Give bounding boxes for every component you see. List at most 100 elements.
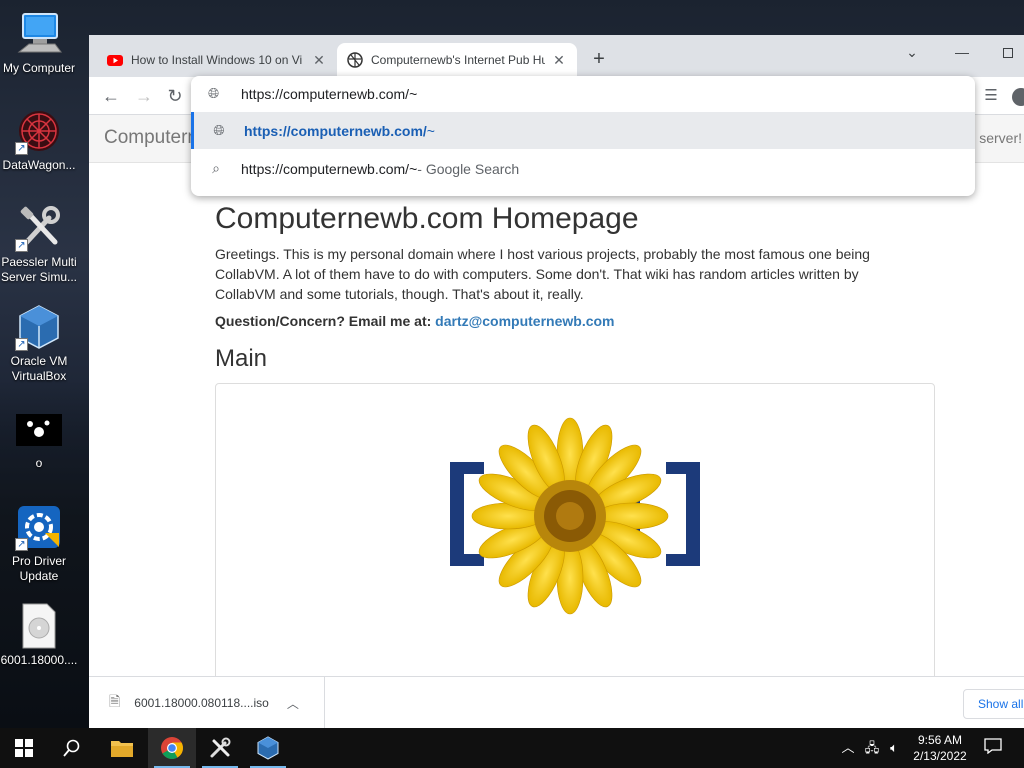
notification-icon[interactable] <box>982 738 1004 758</box>
omnibox-dropdown: 🌐︎ 🌐︎ https://computernewb.com/~ ⌕ https… <box>191 76 975 196</box>
download-item[interactable]: 🗎︎ 6001.18000.080118....iso ︿ <box>89 677 325 729</box>
windows-logo-icon <box>15 739 33 757</box>
network-icon[interactable]: 🖧︎ <box>862 738 882 758</box>
download-filename: 6001.18000.080118....iso <box>134 696 269 710</box>
globe-icon: 🌐︎ <box>213 122 225 138</box>
chevron-down-icon: ⌄ <box>906 44 918 60</box>
virtualbox-icon <box>257 736 279 760</box>
chevron-up-icon[interactable]: ︿ <box>287 695 299 712</box>
o-file-icon <box>15 412 63 448</box>
shortcut-arrow-icon: ↗ <box>15 239 28 252</box>
datawagon-icon: ↗ <box>15 107 63 155</box>
driver-update-icon: ↗ <box>15 503 63 551</box>
main-panel <box>215 383 935 683</box>
suggestion-rest: ~ <box>426 122 435 139</box>
intro-paragraph: Greetings. This is my personal domain wh… <box>215 246 870 302</box>
taskbar-virtualbox[interactable] <box>244 728 292 768</box>
shortcut-arrow-icon: ↗ <box>15 538 28 551</box>
taskbar: ︿ 🖧︎ 🔈︎ 9:56 AM 2/13/2022 <box>0 728 1024 768</box>
suggestion-text: https://computernewb.com/~ <box>244 123 435 139</box>
minimize-button[interactable]: — <box>939 39 985 65</box>
taskbar-chrome[interactable] <box>148 728 196 768</box>
new-tab-button[interactable]: + <box>587 47 611 71</box>
taskbar-paessler[interactable] <box>196 728 244 768</box>
desktop-icon-label: o <box>35 456 43 470</box>
clock-date: 2/13/2022 <box>913 749 967 763</box>
virtualbox-icon: ↗ <box>15 303 63 351</box>
address-bar-input[interactable] <box>241 84 841 104</box>
close-icon[interactable]: ✕ <box>551 52 567 69</box>
arrow-left-icon: ← <box>102 86 120 106</box>
close-icon[interactable]: ✕ <box>311 52 327 69</box>
desktop-icon-pro-driver-update[interactable]: ↗ Pro Driver Update <box>0 503 78 584</box>
volume-icon[interactable]: 🔈︎ <box>884 738 904 758</box>
clock-time: 9:56 AM <box>917 733 963 747</box>
taskbar-clock[interactable]: 9:56 AM 2/13/2022 <box>904 732 976 764</box>
forward-button[interactable]: → <box>132 84 156 108</box>
minimize-icon: — <box>955 44 969 60</box>
computer-icon <box>15 10 63 58</box>
sunflower-logo-image <box>450 417 700 615</box>
search-icon: ⌕ <box>212 160 220 176</box>
desktop-icon-virtualbox[interactable]: ↗ Oracle VM VirtualBox <box>0 303 78 384</box>
page-content: Computernewb.com Homepage Greetings. Thi… <box>215 163 935 683</box>
shortcut-arrow-icon: ↗ <box>15 338 28 351</box>
globe-icon: 🌐︎ <box>208 85 220 101</box>
search-icon <box>63 739 80 757</box>
desktop-icon-iso[interactable]: 6001.18000.... <box>0 602 78 668</box>
maximize-button[interactable] <box>985 39 1024 65</box>
reload-button[interactable]: ↻ <box>163 84 187 108</box>
taskbar-file-explorer[interactable] <box>98 728 146 768</box>
omnibox-suggestion-search[interactable]: ⌕ https://computernewb.com/~ - Google Se… <box>191 150 975 187</box>
show-all-downloads-button[interactable]: Show all <box>963 689 1024 719</box>
desktop-icon-label: Paessler Multi Server Simu... <box>0 255 78 284</box>
desktop-icon-label: Oracle VM VirtualBox <box>10 354 68 383</box>
navbar-server-text[interactable]: server! <box>979 130 1022 146</box>
tools-icon <box>210 737 231 758</box>
desktop-icon-paessler[interactable]: ↗ Paessler Multi Server Simu... <box>0 204 78 285</box>
tray-chevron-up-icon[interactable]: ︿ <box>838 738 858 758</box>
desktop-icon-label: Pro Driver Update <box>11 554 66 583</box>
tab-computernewb[interactable]: Computernewb's Internet Pub Hu ✕ <box>337 43 577 77</box>
desktop-icon-o[interactable]: o <box>0 412 78 471</box>
suggestion-bold: https://computernewb.com/ <box>244 122 427 139</box>
main-heading: Main <box>215 345 268 372</box>
iso-disc-icon <box>15 602 63 650</box>
tab-title: Computernewb's Internet Pub Hu <box>371 53 545 67</box>
back-button[interactable]: ← <box>99 84 123 108</box>
computernewb-favicon <box>347 52 363 68</box>
desktop-icon-label: My Computer <box>2 61 76 75</box>
arrow-right-icon: → <box>135 86 153 106</box>
contact-label: Question/Concern? Email me at: <box>215 313 436 329</box>
desktop-icon-label: 6001.18000.... <box>0 653 78 667</box>
page-title: Computernewb.com Homepage <box>215 202 639 235</box>
reading-list-icon: ☰ <box>984 87 998 104</box>
desktop-icon-my-computer[interactable]: My Computer <box>0 10 78 76</box>
tab-youtube[interactable]: How to Install Windows 10 on Vi ✕ <box>97 43 337 77</box>
reload-icon: ↻ <box>167 86 183 106</box>
desktop-icon-label: DataWagon... <box>2 158 76 172</box>
desktop-icon-datawagon[interactable]: ↗ DataWagon... <box>0 107 78 173</box>
shortcut-arrow-icon: ↗ <box>15 142 28 155</box>
chrome-icon <box>161 737 183 759</box>
avatar <box>1012 88 1024 107</box>
contact-line: Question/Concern? Email me at: dartz@com… <box>215 313 935 329</box>
tab-search-button[interactable]: ⌄ <box>889 39 935 65</box>
start-button[interactable] <box>0 728 48 768</box>
reading-list-button[interactable]: ☰ <box>979 84 1003 108</box>
download-bar: 🗎︎ 6001.18000.080118....iso ︿ Show all <box>89 676 1024 729</box>
youtube-icon <box>107 55 123 66</box>
suggestion-suffix: - Google Search <box>417 160 520 177</box>
search-button[interactable] <box>48 728 96 768</box>
chat-bubble-icon <box>984 738 1002 755</box>
contact-email-link[interactable]: dartz@computernewb.com <box>435 313 614 329</box>
tools-icon: ↗ <box>15 204 63 252</box>
site-brand-link[interactable]: Computern <box>104 127 198 149</box>
tab-title: How to Install Windows 10 on Vi <box>131 53 303 67</box>
file-icon: 🗎︎ <box>109 693 121 709</box>
omnibox-suggestion-url[interactable]: 🌐︎ https://computernewb.com/~ <box>191 112 975 149</box>
file-explorer-icon <box>111 741 133 757</box>
profile-button[interactable] <box>1009 84 1024 108</box>
suggestion-text: https://computernewb.com/~ <box>241 160 418 177</box>
maximize-icon <box>1003 48 1013 59</box>
